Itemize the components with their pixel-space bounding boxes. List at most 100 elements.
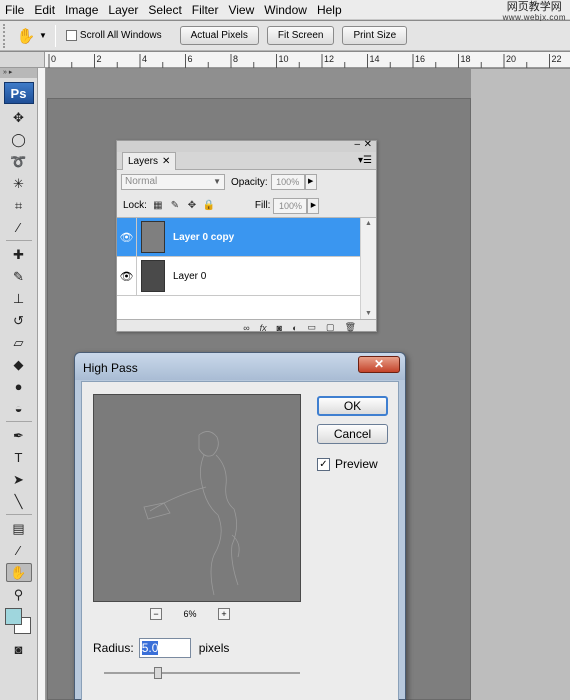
minimize-icon[interactable]: – xyxy=(354,139,360,150)
ruler-label: 16 xyxy=(415,54,425,64)
ruler-label: 6 xyxy=(188,54,193,64)
hand-tool-icon[interactable]: ✋ xyxy=(15,25,37,47)
eye-icon[interactable]: 👁 xyxy=(117,256,137,296)
pen-tool-icon[interactable]: ✒ xyxy=(6,426,32,445)
layers-panel: – ✕ Layers ✕ ▾☰ Normal ▼ Opacity: 100% ▶ … xyxy=(116,139,377,333)
options-grip[interactable] xyxy=(3,23,9,48)
checkbox-box[interactable] xyxy=(65,30,77,41)
new-group-icon[interactable]: ▭ xyxy=(308,322,317,333)
menu-filter[interactable]: Filter xyxy=(187,0,224,20)
eye-icon[interactable]: 👁 xyxy=(117,217,137,257)
hand-tool-active-icon[interactable]: ✋ xyxy=(5,563,32,582)
marquee-tool-icon[interactable]: ◯ xyxy=(6,130,32,149)
blur-tool-icon[interactable]: ● xyxy=(6,377,32,396)
menu-window[interactable]: Window xyxy=(259,0,312,20)
magic-wand-tool-icon[interactable]: ✳ xyxy=(6,174,32,193)
zoom-tool-icon[interactable]: ⚲ xyxy=(6,585,32,604)
foreground-color-swatch[interactable] xyxy=(4,608,22,625)
dialog-close-button[interactable]: ✕ xyxy=(358,356,400,373)
scroll-up-icon[interactable]: ▲ xyxy=(365,220,372,227)
eraser-tool-icon[interactable]: ▱ xyxy=(6,333,32,352)
scroll-all-windows-checkbox[interactable]: Scroll All Windows xyxy=(65,30,162,41)
layer-row-layer-0[interactable]: 👁 Layer 0 xyxy=(117,256,360,296)
menu-image[interactable]: Image xyxy=(60,0,103,20)
radius-label: Radius: xyxy=(93,641,134,655)
layer-style-icon[interactable]: fx xyxy=(260,323,267,333)
menu-view[interactable]: View xyxy=(223,0,259,20)
menu-file[interactable]: File xyxy=(0,0,29,20)
paint-bucket-tool-icon[interactable]: ◆ xyxy=(6,355,32,374)
lock-transparency-icon[interactable]: ▦ xyxy=(152,200,164,212)
healing-brush-tool-icon[interactable]: ✚ xyxy=(6,245,32,264)
scroll-down-icon[interactable]: ▼ xyxy=(365,310,372,317)
panel-menu-icon[interactable]: ▾☰ xyxy=(358,155,372,166)
tab-layers[interactable]: Layers ✕ xyxy=(122,152,177,170)
radius-slider[interactable] xyxy=(104,667,300,679)
layer-row-layer-0-copy[interactable]: 👁 Layer 0 copy xyxy=(117,217,360,257)
photoshop-logo[interactable]: Ps xyxy=(3,82,34,104)
crop-tool-icon[interactable]: ⌗ xyxy=(6,196,32,215)
radius-input[interactable]: 5.0 xyxy=(138,638,191,658)
zoom-out-button[interactable]: − xyxy=(150,608,162,620)
link-layers-icon[interactable]: ∞ xyxy=(243,323,249,333)
cancel-button[interactable]: Cancel xyxy=(317,424,388,444)
layer-list-scrollbar[interactable]: ▲ ▼ xyxy=(360,218,376,319)
tool-preset-caret-icon[interactable]: ▼ xyxy=(39,31,47,40)
menu-edit[interactable]: Edit xyxy=(29,0,60,20)
quick-mask-icon[interactable]: ◙ xyxy=(6,640,32,659)
menu-layer[interactable]: Layer xyxy=(103,0,143,20)
lock-all-icon[interactable]: 🔒 xyxy=(203,200,215,212)
move-tool-icon[interactable]: ✥ xyxy=(6,108,32,127)
slider-handle[interactable] xyxy=(154,667,162,679)
close-icon[interactable]: ✕ xyxy=(364,139,372,150)
layers-panel-titlebar[interactable]: – ✕ xyxy=(117,139,376,152)
blend-mode-value: Normal xyxy=(125,176,158,187)
dodge-tool-icon[interactable]: ◒ xyxy=(6,399,32,418)
zoom-in-button[interactable]: + xyxy=(218,608,230,620)
lock-image-icon[interactable]: ✎ xyxy=(169,200,181,212)
blend-row: Normal ▼ Opacity: 100% ▶ xyxy=(117,170,376,194)
history-brush-tool-icon[interactable]: ↺ xyxy=(6,311,32,330)
checkmark-icon[interactable]: ✓ xyxy=(317,457,330,471)
horizontal-ruler[interactable]: 0 2 4 6 8 10 12 14 16 18 20 22 xyxy=(45,52,570,68)
ok-button[interactable]: OK xyxy=(317,396,388,416)
menu-select[interactable]: Select xyxy=(143,0,186,20)
dialog-titlebar[interactable]: High Pass ✕ xyxy=(75,353,405,380)
fill-arrow-icon[interactable]: ▶ xyxy=(307,197,320,214)
clone-stamp-tool-icon[interactable]: ⊥ xyxy=(6,289,32,308)
toolbox-divider xyxy=(5,421,32,422)
color-sampler-tool-icon[interactable]: ⁄ xyxy=(6,541,32,560)
toolbox-header[interactable]: » ▸ xyxy=(0,68,37,78)
lasso-tool-icon[interactable]: ➰ xyxy=(6,152,32,171)
opacity-field[interactable]: 100% xyxy=(270,174,305,190)
actual-pixels-button[interactable]: Actual Pixels xyxy=(179,26,259,45)
print-size-button[interactable]: Print Size xyxy=(342,26,408,45)
opacity-arrow-icon[interactable]: ▶ xyxy=(304,174,317,190)
notes-tool-icon[interactable]: ▤ xyxy=(6,519,32,538)
delete-layer-icon[interactable]: 🗑 xyxy=(345,322,356,333)
preview-checkbox[interactable]: ✓ Preview xyxy=(317,457,378,471)
eyedropper-tool-icon[interactable]: ⁄ xyxy=(6,218,32,237)
toolbox-divider xyxy=(5,240,32,241)
blend-mode-select[interactable]: Normal ▼ xyxy=(121,174,225,190)
toolbox-divider xyxy=(5,514,32,515)
brush-tool-icon[interactable]: ✎ xyxy=(6,267,32,286)
dialog-body: − 6% + OK Cancel ✓ Preview Radius: 5.0 p… xyxy=(81,381,399,700)
layer-thumbnail xyxy=(141,260,165,292)
radius-unit: pixels xyxy=(198,641,230,655)
type-tool-icon[interactable]: T xyxy=(6,448,32,467)
color-swatches[interactable] xyxy=(4,608,33,636)
ruler-label: 12 xyxy=(324,54,334,64)
lock-position-icon[interactable]: ✥ xyxy=(186,200,198,212)
adjustment-layer-icon[interactable]: ◐ xyxy=(292,323,297,333)
path-selection-tool-icon[interactable]: ➤ xyxy=(6,470,32,489)
line-tool-icon[interactable]: ╲ xyxy=(6,492,32,511)
menu-help[interactable]: Help xyxy=(312,0,347,20)
tab-close-icon[interactable]: ✕ xyxy=(162,156,170,167)
fit-screen-button[interactable]: Fit Screen xyxy=(266,26,335,45)
vertical-ruler[interactable] xyxy=(38,68,46,700)
filter-preview[interactable] xyxy=(93,394,301,602)
fill-field[interactable]: 100% xyxy=(273,197,308,214)
new-layer-icon[interactable]: ▢ xyxy=(326,322,335,333)
add-mask-icon[interactable]: ◙ xyxy=(277,323,282,333)
